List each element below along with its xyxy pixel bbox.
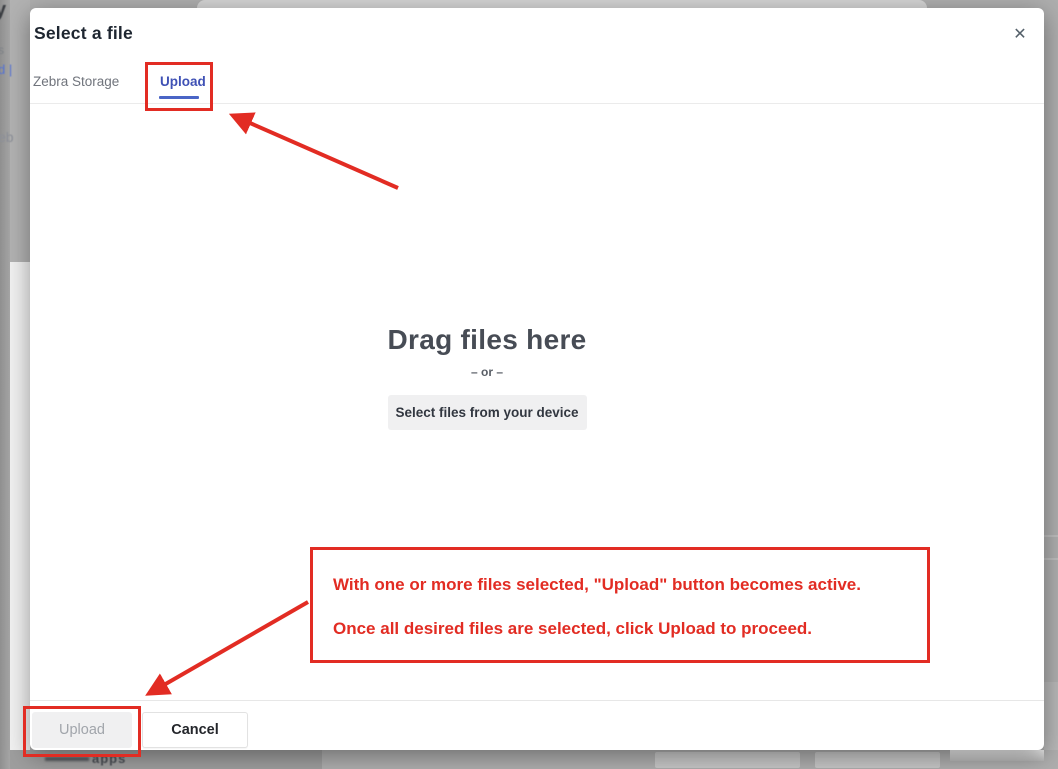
dialog-title: Select a file — [34, 23, 133, 44]
background-text-fragment: y — [0, 0, 6, 22]
background-text-fragment: eb — [0, 129, 14, 145]
file-dropzone[interactable]: Drag files here – or – Select files from… — [287, 324, 687, 430]
background-button-shape — [655, 752, 800, 768]
annotation-note-line: Once all desired files are selected, cli… — [333, 619, 927, 638]
background-sidebar-edge — [0, 0, 10, 769]
background-text-fragment: apps — [92, 751, 126, 766]
dropzone-heading: Drag files here — [287, 324, 687, 356]
background-left-panel — [10, 262, 30, 750]
background-right-block — [1044, 682, 1058, 750]
annotation-note: With one or more files selected, "Upload… — [310, 547, 930, 663]
background-text-fragment: s — [0, 43, 4, 57]
background-link-fragment: d | — [0, 62, 12, 77]
close-icon[interactable]: ✕ — [1006, 20, 1034, 48]
annotation-note-line: With one or more files selected, "Upload… — [333, 575, 927, 594]
dropzone-separator: – or – — [287, 365, 687, 379]
background-row-line — [1044, 558, 1058, 560]
footer-divider — [30, 700, 1044, 701]
tabbar-divider — [30, 103, 1044, 104]
background-bottom-glow — [950, 750, 1044, 761]
background-top-card — [197, 0, 927, 8]
select-files-button[interactable]: Select files from your device — [388, 395, 587, 430]
cancel-button[interactable]: Cancel — [142, 712, 248, 748]
background-text-fragment — [45, 757, 89, 761]
active-tab-indicator — [159, 96, 199, 99]
background-row-line — [1044, 535, 1058, 537]
background-button-shape — [815, 752, 940, 768]
tab-zebra-storage[interactable]: Zebra Storage — [33, 60, 119, 103]
upload-button[interactable]: Upload — [32, 712, 132, 748]
